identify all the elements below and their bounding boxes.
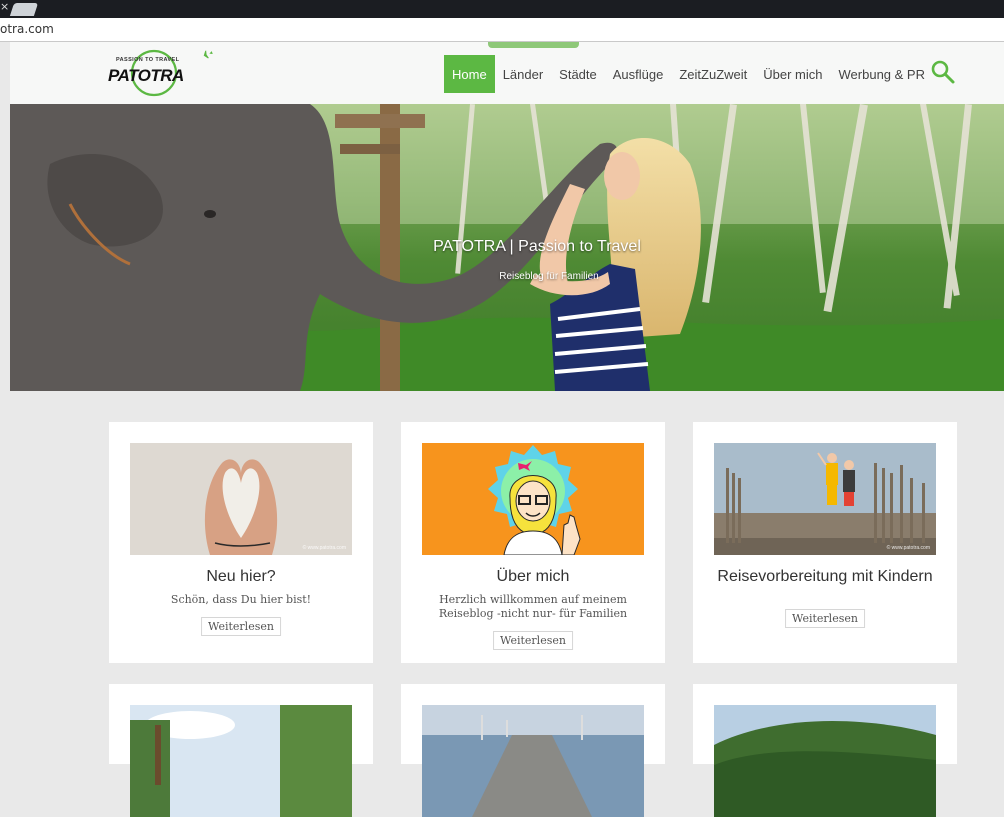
logo-wordmark: PATOTRA (108, 66, 184, 85)
card-ueber-mich: Über mich Herzlich willkommen auf meinem… (401, 422, 665, 663)
address-bar[interactable]: otra.com (0, 18, 1004, 42)
hero-banner: PATOTRA | Passion to Travel Reiseblog fü… (10, 104, 1004, 391)
card-text: Herzlich willkommen auf meinem Reiseblog… (438, 593, 628, 620)
read-more-button[interactable]: Weiterlesen (493, 631, 573, 650)
hero-subtitle: Reiseblog für Familien (499, 271, 599, 282)
card-image-palms[interactable] (714, 705, 936, 817)
card-title: Neu hier? (206, 568, 276, 585)
new-tab-button[interactable] (9, 3, 39, 16)
card-row2-3 (693, 684, 957, 817)
card-image-pier[interactable] (422, 705, 644, 817)
card-title: Reisevorbereitung mit Kindern (717, 568, 933, 585)
nav-ausfluege[interactable]: Ausflüge (605, 55, 672, 93)
header-accent (488, 42, 579, 48)
tab-close-icon[interactable]: × (0, 1, 9, 13)
logo-tagline: PASSION TO TRAVEL (116, 57, 180, 63)
airplane-icon (200, 50, 213, 59)
card-reisevorbereitung: © www.patotra.com Reisevorbereitung mit … (693, 422, 957, 663)
nav-laender[interactable]: Länder (495, 55, 551, 93)
card-image-hands-heart[interactable]: © www.patotra.com (130, 443, 352, 555)
main-nav: Home Länder Städte Ausflüge ZeitZuZweit … (444, 55, 933, 93)
nav-staedte[interactable]: Städte (551, 55, 605, 93)
image-watermark: © www.patotra.com (886, 545, 930, 551)
image-watermark: © www.patotra.com (302, 545, 346, 551)
read-more-button[interactable]: Weiterlesen (785, 609, 865, 628)
card-image-kids-beach[interactable]: © www.patotra.com (714, 443, 936, 555)
search-icon[interactable] (930, 59, 956, 85)
card-row2-2 (401, 684, 665, 817)
nav-werbung-pr[interactable]: Werbung & PR (831, 55, 933, 93)
card-row2-1 (109, 684, 373, 817)
card-image-garden[interactable] (130, 705, 352, 817)
url-text[interactable]: otra.com (0, 22, 54, 36)
site-logo[interactable]: PASSION TO TRAVEL PATOTRA (108, 48, 218, 98)
card-image-avatar-illustration[interactable] (422, 443, 644, 555)
hero-title: PATOTRA | Passion to Travel (433, 238, 641, 255)
card-title: Über mich (496, 568, 570, 585)
read-more-button[interactable]: Weiterlesen (201, 617, 281, 636)
nav-ueber-mich[interactable]: Über mich (755, 55, 830, 93)
nav-zeitzuzweit[interactable]: ZeitZuZweit (671, 55, 755, 93)
nav-home[interactable]: Home (444, 55, 495, 93)
card-neu-hier: © www.patotra.com Neu hier? Schön, dass … (109, 422, 373, 663)
browser-tabstrip: × (0, 0, 1004, 18)
card-text: Schön, dass Du hier bist! (170, 593, 312, 606)
